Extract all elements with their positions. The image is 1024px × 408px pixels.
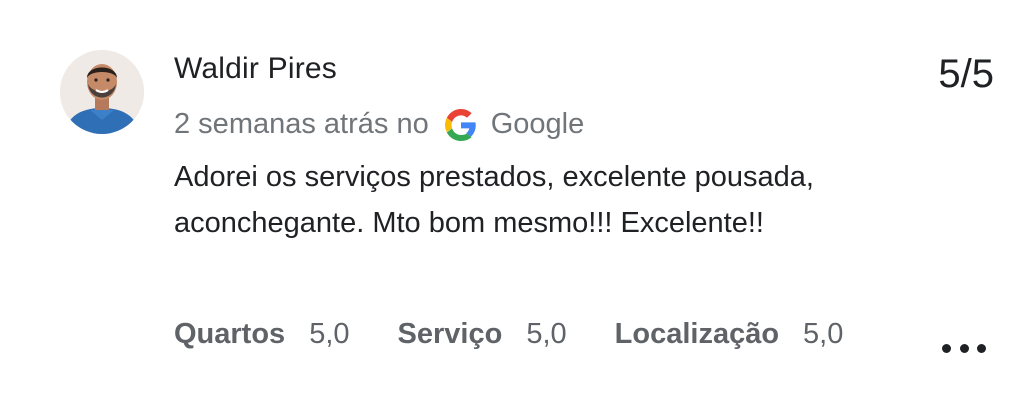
rating-label: Quartos xyxy=(174,318,286,350)
author-name[interactable]: Waldir Pires xyxy=(174,52,337,86)
rating-value: 5,0 xyxy=(309,318,350,350)
rating-value: 5,0 xyxy=(526,318,567,350)
google-g-icon xyxy=(444,108,477,141)
aspect-ratings: Quartos 5,0 Serviço 5,0 Localização 5,0 xyxy=(174,318,891,351)
rating-location: Localização 5,0 xyxy=(615,318,844,351)
rating-label: Serviço xyxy=(397,318,503,350)
more-dot xyxy=(977,343,986,353)
rating-label: Localização xyxy=(614,318,780,350)
more-horizontal-icon[interactable] xyxy=(942,336,986,360)
review-source: Google xyxy=(490,108,585,140)
review-time: 2 semanas atrás no xyxy=(174,108,429,140)
rating-service: Serviço 5,0 xyxy=(398,318,567,351)
rating-value: 5,0 xyxy=(803,318,844,350)
review-meta: 2 semanas atrás no Google xyxy=(174,108,584,141)
avatar-photo xyxy=(60,50,144,134)
more-dot xyxy=(959,343,969,353)
avatar[interactable] xyxy=(60,50,144,134)
review-card: Waldir Pires 5/5 2 semanas atrás no Goog… xyxy=(0,0,1024,408)
more-dot xyxy=(942,343,951,353)
review-text: Adorei os serviços prestados, excelente … xyxy=(174,161,814,239)
review-score: 5/5 xyxy=(938,52,994,96)
rating-rooms: Quartos 5,0 xyxy=(174,318,350,351)
